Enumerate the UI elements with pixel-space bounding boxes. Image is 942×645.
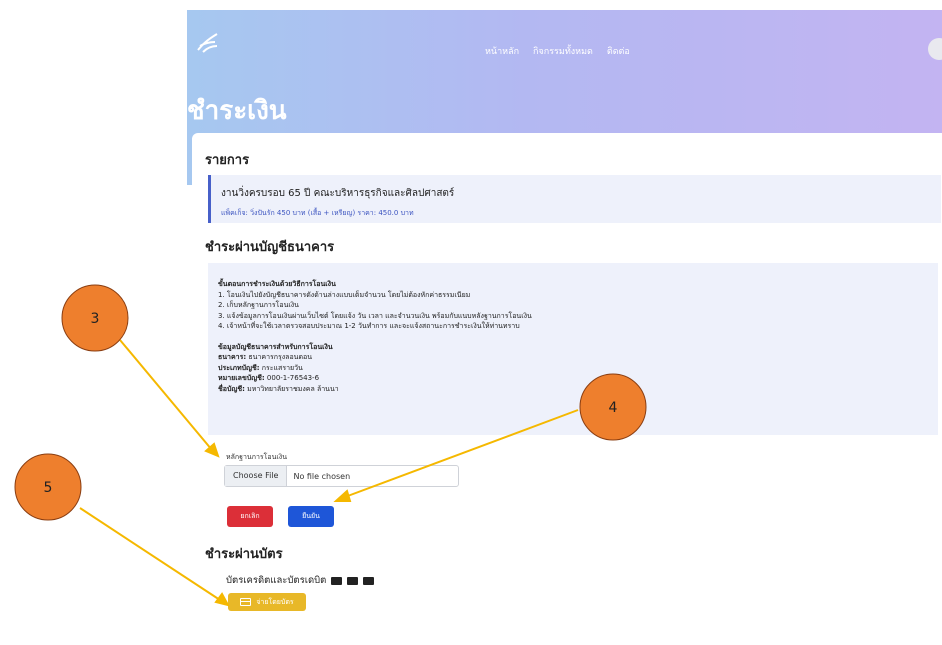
badge-3-label: 3: [91, 311, 100, 327]
nav-contact-link[interactable]: ติดต่อ: [607, 44, 630, 58]
account-type-label: ประเภทบัญชี:: [218, 363, 260, 372]
payment-page-screenshot: หน้าหลัก กิจกรรมทั้งหมด ติดต่อ ชำระเงิน …: [187, 0, 942, 645]
account-name-label: ชื่อบัญชี:: [218, 384, 245, 393]
choose-file-button[interactable]: Choose File: [225, 466, 288, 486]
account-name-value: มหาวิทยาลัยราชมงคล ล้านนา: [247, 384, 339, 393]
nav-activities-link[interactable]: กิจกรรมทั้งหมด: [533, 44, 593, 58]
file-status: No file chosen: [293, 471, 351, 481]
amex-icon: [363, 576, 375, 585]
account-name-row: ชื่อบัญชี: มหาวิทยาลัยราชมงคล ล้านนา: [218, 384, 532, 395]
page-title: ชำระเงิน: [187, 96, 287, 126]
card-subtitle: บัตรเครดิตและบัตรเดบิต: [226, 575, 327, 586]
credit-card-icon: [240, 598, 252, 606]
account-number-value: 000-1-76543-6: [266, 374, 320, 382]
step-item: 1. โอนเงินไปยังบัญชีธนาคารดังด้านล่างแบบ…: [218, 290, 471, 299]
visa-icon: [331, 576, 343, 585]
order-summary-box: งานวิ่งครบรอบ 65 ปี คณะบริหารธุรกิจและศิ…: [208, 175, 941, 223]
account-title: ข้อมูลบัญชีธนาคารสำหรับการโอนเงิน: [218, 342, 333, 351]
account-type-row: ประเภทบัญชี: กระแสรายวัน: [218, 363, 532, 374]
step-item: 2. เก็บหลักฐานการโอนเงิน: [218, 301, 299, 309]
order-section-title: รายการ: [205, 153, 250, 168]
pay-by-card-button[interactable]: จ่ายโดยบัตร: [228, 593, 306, 611]
bank-instructions-box: ขั้นตอนการชำระเงินด้วยวิธีการโอนเงิน 1. …: [208, 263, 938, 435]
badge-5: 5: [14, 453, 82, 521]
payment-card: รายการ งานวิ่งครบรอบ 65 ปี คณะบริหารธุรก…: [192, 133, 942, 645]
avatar[interactable]: [928, 38, 942, 60]
upload-label: หลักฐานการโอนเงิน: [226, 453, 287, 461]
event-name: งานวิ่งครบรอบ 65 ปี คณะบริหารธุรกิจและศิ…: [221, 188, 455, 199]
steps-title: ขั้นตอนการชำระเงินด้วยวิธีการโอนเงิน: [218, 280, 336, 288]
package-line: แพ็คเก็จ: วิ่งปันรัก 450 บาท (เสื้อ + เห…: [221, 209, 414, 217]
cancel-button[interactable]: ยกเลิก: [227, 506, 273, 527]
card-section-title: ชำระผ่านบัตร: [205, 547, 283, 562]
step-item: 4. เจ้าหน้าที่จะใช้เวลาตรวจสอบประมาณ 1-2…: [218, 322, 520, 330]
account-number-label: หมายเลขบัญชี:: [218, 374, 265, 382]
mastercard-icon: [347, 576, 359, 585]
proof-file-input[interactable]: Choose File No file chosen: [224, 465, 459, 487]
logo-icon[interactable]: [195, 30, 221, 56]
confirm-button[interactable]: ยืนยัน: [288, 506, 334, 527]
card-subtitle-row: บัตรเครดิตและบัตรเดบิต: [226, 573, 375, 588]
badge-3: 3: [61, 284, 129, 352]
bank-section-title: ชำระผ่านบัญชีธนาคาร: [205, 240, 335, 255]
top-nav: หน้าหลัก กิจกรรมทั้งหมด ติดต่อ: [485, 44, 630, 58]
bank-value: ธนาคารกรุงลอนดอน: [248, 353, 312, 361]
pay-by-card-label: จ่ายโดยบัตร: [256, 598, 294, 606]
bank-row: ธนาคาร: ธนาคารกรุงลอนดอน: [218, 352, 532, 363]
account-number-row: หมายเลขบัญชี: 000-1-76543-6: [218, 373, 532, 384]
bank-label: ธนาคาร:: [218, 353, 247, 361]
account-type-value: กระแสรายวัน: [261, 363, 303, 372]
nav-home-link[interactable]: หน้าหลัก: [485, 44, 519, 58]
badge-5-label: 5: [44, 480, 53, 496]
steps-list: 1. โอนเงินไปยังบัญชีธนาคารดังด้านล่างแบบ…: [218, 290, 532, 332]
step-item: 3. แจ้งข้อมูลการโอนเงินผ่านเว็บไซต์ โดยแ…: [218, 311, 532, 320]
